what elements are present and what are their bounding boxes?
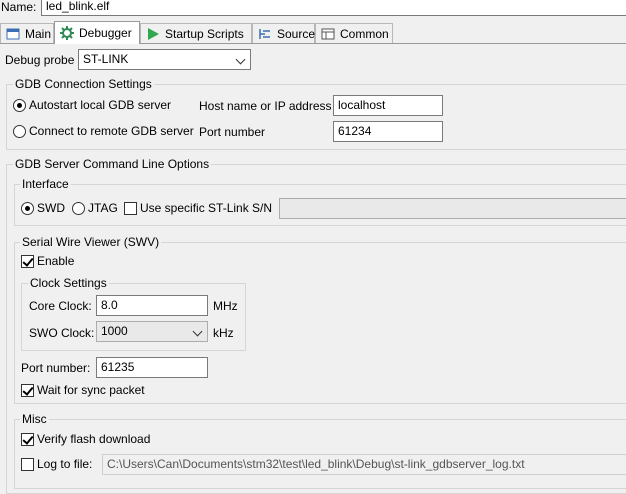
common-icon bbox=[321, 27, 335, 41]
autostart-radio[interactable] bbox=[13, 99, 26, 112]
swd-radio[interactable] bbox=[21, 202, 34, 215]
name-field[interactable]: led_blink.elf bbox=[41, 0, 626, 16]
autostart-label[interactable]: Autostart local GDB server bbox=[29, 98, 171, 113]
debugger-gear-icon bbox=[60, 26, 74, 40]
log-to-file-label[interactable]: Log to file: bbox=[37, 457, 92, 472]
swo-clock-select[interactable]: 1000 bbox=[96, 321, 208, 342]
log-to-file-checkbox[interactable] bbox=[21, 458, 34, 471]
tab-startup-scripts-label: Startup Scripts bbox=[165, 26, 244, 41]
tab-startup-scripts[interactable]: Startup Scripts bbox=[140, 23, 252, 43]
server-options-title: GDB Server Command Line Options bbox=[13, 157, 212, 172]
specific-sn-checkbox[interactable] bbox=[124, 202, 137, 215]
interface-title: Interface bbox=[20, 177, 71, 192]
chevron-down-icon bbox=[192, 326, 203, 337]
port-label: Port number bbox=[199, 125, 266, 139]
log-file-path-field[interactable]: C:\Users\Can\Documents\stm32\test\led_bl… bbox=[102, 454, 626, 475]
specific-sn-select[interactable] bbox=[279, 198, 626, 219]
tab-debugger-label: Debugger bbox=[79, 26, 132, 40]
remote-label[interactable]: Connect to remote GDB server bbox=[29, 124, 194, 139]
clock-settings-title: Clock Settings bbox=[28, 276, 109, 291]
tab-source-label: Source bbox=[277, 26, 316, 41]
host-label: Host name or IP address bbox=[199, 99, 332, 113]
swd-label[interactable]: SWD bbox=[37, 201, 65, 216]
port-field[interactable]: 61234 bbox=[333, 121, 443, 142]
core-clock-label: Core Clock: bbox=[29, 299, 92, 313]
swo-clock-unit: kHz bbox=[213, 326, 234, 340]
debug-probe-label: Debug probe bbox=[5, 53, 75, 67]
swv-enable-label[interactable]: Enable bbox=[37, 254, 74, 269]
remote-radio[interactable] bbox=[13, 125, 26, 138]
gdb-connection-group bbox=[6, 84, 626, 150]
main-tab-icon bbox=[6, 27, 20, 41]
swo-clock-value: 1000 bbox=[101, 324, 128, 338]
swv-title: Serial Wire Viewer (SWV) bbox=[20, 235, 162, 250]
verify-flash-checkbox[interactable] bbox=[21, 433, 34, 446]
host-field[interactable]: localhost bbox=[333, 95, 443, 116]
debug-probe-value: ST-LINK bbox=[83, 52, 129, 66]
tab-main-label: Main bbox=[25, 26, 52, 41]
swv-port-field[interactable]: 61235 bbox=[96, 357, 208, 378]
tab-debugger[interactable]: Debugger bbox=[54, 21, 140, 44]
gdb-connection-title: GDB Connection Settings bbox=[13, 77, 154, 92]
swv-enable-checkbox[interactable] bbox=[21, 255, 34, 268]
play-icon bbox=[146, 27, 160, 41]
swo-clock-label: SWO Clock: bbox=[29, 326, 95, 340]
jtag-radio[interactable] bbox=[72, 202, 85, 215]
jtag-label[interactable]: JTAG bbox=[88, 201, 118, 216]
source-icon bbox=[258, 27, 272, 41]
chevron-down-icon bbox=[235, 54, 246, 65]
core-clock-field[interactable]: 8.0 bbox=[96, 295, 208, 316]
debug-probe-select[interactable]: ST-LINK bbox=[78, 49, 251, 70]
wait-sync-checkbox[interactable] bbox=[21, 384, 34, 397]
core-clock-unit: MHz bbox=[213, 299, 238, 313]
swv-port-label: Port number: bbox=[21, 361, 91, 375]
tab-main[interactable]: Main bbox=[0, 23, 54, 43]
wait-sync-label[interactable]: Wait for sync packet bbox=[37, 383, 145, 398]
tab-common-label: Common bbox=[340, 26, 389, 41]
verify-flash-label[interactable]: Verify flash download bbox=[37, 432, 150, 447]
name-label: Name: bbox=[1, 0, 37, 14]
specific-sn-label[interactable]: Use specific ST-Link S/N bbox=[140, 201, 272, 216]
misc-title: Misc bbox=[20, 412, 49, 427]
tab-source[interactable]: Source bbox=[252, 23, 315, 43]
tab-common[interactable]: Common bbox=[315, 23, 393, 43]
